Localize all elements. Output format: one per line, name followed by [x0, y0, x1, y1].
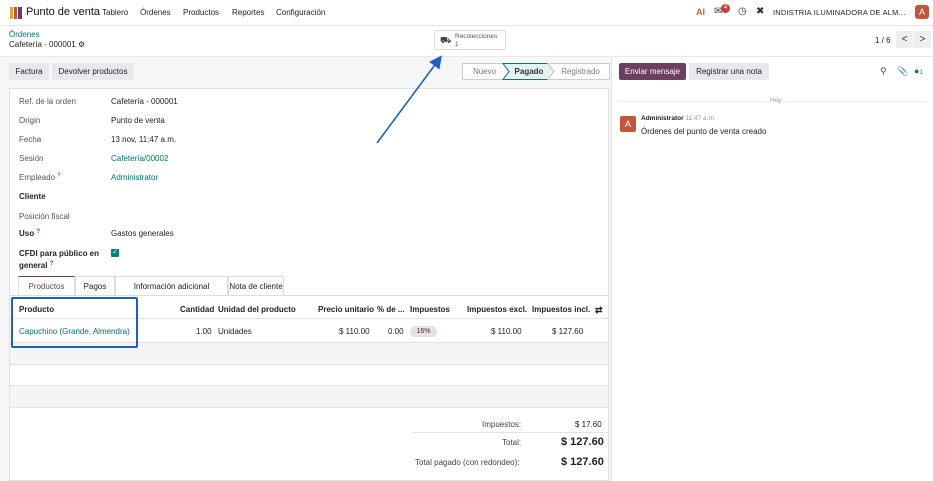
tab-extra-info[interactable]: Información adicional [115, 276, 228, 295]
row-discount: 0.00 [388, 327, 404, 336]
usage-value: Gastos generales [111, 229, 174, 238]
row-divider [10, 364, 608, 365]
origin-value: Punto de venta [111, 116, 165, 125]
smart-button-value: 1 [455, 41, 459, 48]
tools-icon[interactable]: ✖ [756, 6, 764, 17]
status-posted[interactable]: Registrado [551, 63, 610, 80]
activity-clock-icon[interactable]: ◷ [738, 6, 747, 17]
pager-value: 1 / 6 [875, 36, 891, 45]
help-icon[interactable]: ? [50, 261, 54, 267]
chat-icon[interactable]: ✉ 4 [714, 4, 730, 17]
send-message-button[interactable]: Enviar mensaje [619, 63, 686, 80]
date-label: Fecha [19, 135, 42, 144]
origin-label: Origin [19, 116, 41, 125]
breadcrumb-current: Cafetería - 000001 ⚙ [9, 40, 85, 49]
gear-icon[interactable]: ⚙ [78, 40, 85, 49]
pager-next-button[interactable]: > [914, 31, 931, 48]
tax-badge: 16% [410, 326, 437, 337]
author-name[interactable]: Administrator [641, 115, 684, 122]
tabs-divider [10, 295, 608, 296]
top-navbar: Punto de venta Tablero Órdenes Productos… [0, 0, 933, 26]
order-ref-label: Ref. de la orden [19, 97, 76, 106]
day-separator: Hoy [767, 97, 785, 104]
row-total: $ 127.60 [552, 327, 584, 336]
smart-button-label: Recolecciones [455, 33, 498, 40]
empty-row [10, 386, 608, 407]
paid-total-value: $ 127.60 [561, 456, 604, 468]
chat-count-badge: 4 [721, 4, 730, 13]
pager-previous-button[interactable]: < [896, 31, 913, 48]
apps-icon[interactable] [10, 7, 23, 19]
menu-item-configuration[interactable]: Configuración [276, 8, 325, 17]
help-icon[interactable]: ? [57, 173, 60, 179]
taxes-total-value: $ 17.60 [575, 420, 602, 429]
cfdi-label-text: general [19, 261, 48, 270]
company-switcher[interactable]: INDISTRIA ILUMINADORA DE ALM... [773, 8, 905, 17]
col-uom[interactable]: Unidad del producto [218, 305, 296, 314]
status-new[interactable]: Nuevo [462, 63, 507, 80]
col-discount[interactable]: % de ... [377, 305, 405, 314]
invoice-button[interactable]: Factura [9, 63, 49, 80]
tab-products[interactable]: Productos [18, 276, 75, 295]
fiscal-position-label: Posición fiscal [19, 212, 70, 221]
annotation-highlight-box [11, 297, 138, 348]
usage-label: Uso ? [19, 229, 40, 238]
message-author: Administrator 11:47 a.m. [641, 115, 716, 122]
date-value: 13 nov, 11:47 a.m. [111, 135, 177, 144]
col-taxes[interactable]: Impuestos [410, 305, 450, 314]
paperclip-icon[interactable]: 📎 [897, 66, 908, 77]
ai-icon[interactable]: AI [696, 7, 705, 17]
col-quantity[interactable]: Cantidad [180, 305, 214, 314]
followers-button[interactable]: ●1 [914, 66, 923, 76]
search-icon[interactable]: ⚲ [880, 66, 887, 77]
usage-label-text: Uso [19, 229, 35, 238]
session-label: Sesión [19, 154, 44, 163]
col-subtotal[interactable]: Impuestos excl. [467, 305, 527, 314]
app-name[interactable]: Punto de venta [26, 6, 100, 18]
message-avatar[interactable]: A [620, 116, 636, 132]
breadcrumb-parent[interactable]: Órdenes [9, 30, 40, 39]
row-divider [10, 407, 608, 408]
totals-divider [412, 432, 608, 433]
row-uom: Unidades [218, 327, 252, 336]
menu-item-products[interactable]: Productos [183, 8, 219, 17]
row-price: $ 110.00 [339, 327, 370, 336]
refund-button[interactable]: Devolver productos [52, 63, 134, 80]
taxes-total-label: Impuestos: [482, 420, 522, 429]
total-value: $ 127.60 [561, 436, 604, 448]
row-subtotal: $ 110.00 [491, 327, 522, 336]
status-bar: Nuevo Pagado Registrado [462, 63, 610, 80]
optional-columns-icon[interactable]: ⇄ [595, 305, 603, 316]
user-avatar[interactable]: A [915, 5, 929, 19]
tab-payments[interactable]: Pagos [75, 276, 115, 295]
order-ref-value: Cafetería - 000001 [111, 97, 178, 106]
status-paid[interactable]: Pagado [507, 63, 551, 80]
tab-customer-note[interactable]: Nota de cliente [228, 276, 284, 295]
col-total[interactable]: Impuestos incl. [532, 305, 590, 314]
truck-icon: ⛟ [440, 35, 452, 45]
employee-link[interactable]: Administrator [111, 173, 158, 182]
total-label: Total: [502, 438, 522, 447]
cfdi-label-line1: CFDI para público en [19, 249, 100, 258]
employee-label: Empleado ? [19, 173, 61, 182]
row-qty: 1.00 [196, 327, 212, 336]
pickings-smart-button[interactable]: ⛟ Recolecciones 1 [434, 30, 506, 50]
customer-label: Cliente [19, 192, 46, 201]
col-unit-price[interactable]: Precio unitario [318, 305, 374, 314]
cfdi-checkbox[interactable]: ✓ [111, 249, 119, 257]
log-note-button[interactable]: Registrar una nota [689, 63, 769, 80]
menu-item-reports[interactable]: Reportes [232, 8, 264, 17]
followers-count: 1 [919, 70, 923, 76]
message-time: 11:47 a.m. [685, 115, 716, 122]
paid-total-label: Total pagado (con redondeo): [415, 458, 520, 467]
session-link[interactable]: Cafetería/00002 [111, 154, 168, 163]
menu-item-dashboard[interactable]: Tablero [102, 8, 128, 17]
help-icon[interactable]: ? [36, 229, 40, 235]
record-name: Cafetería - 000001 [9, 40, 76, 49]
cfdi-label-line2: general ? [19, 261, 53, 270]
menu-item-orders[interactable]: Órdenes [140, 8, 171, 17]
message-body: Órdenes del punto de venta creado [641, 127, 767, 136]
employee-label-text: Empleado [19, 173, 56, 182]
